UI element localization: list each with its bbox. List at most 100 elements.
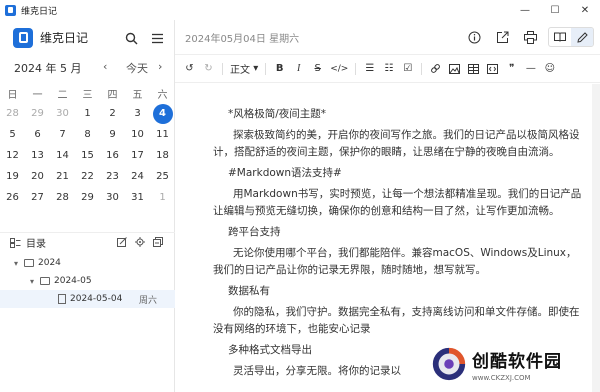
paragraph-style-label: 正文: [230, 65, 250, 76]
calendar-day[interactable]: 6: [25, 124, 50, 145]
italic-icon[interactable]: I: [290, 59, 307, 79]
calendar-days: 28 29 30 1 2 3 4 5 6 7 8 9 10 11 12 13 14 15 16 17 18 19 20 21 2…: [0, 103, 175, 208]
image-icon[interactable]: [446, 59, 463, 79]
tree-item-year[interactable]: ▾ 2024: [0, 254, 175, 272]
toolbar-divider: [265, 62, 267, 75]
calendar-day[interactable]: 17: [125, 145, 150, 166]
info-icon[interactable]: [464, 27, 484, 47]
toolbar-divider: [355, 62, 357, 75]
calendar-day[interactable]: 3: [125, 103, 150, 124]
content-heading: *风格极简/夜间主题*: [228, 108, 327, 120]
calendar-day[interactable]: 15: [75, 145, 100, 166]
calendar-weekday: 四: [107, 90, 118, 101]
calendar-weekday: 二: [57, 90, 68, 101]
calendar-day[interactable]: 31: [125, 187, 150, 208]
calendar-day[interactable]: 13: [25, 145, 50, 166]
chevron-down-icon: ▾: [30, 276, 35, 286]
minimize-button[interactable]: —: [510, 0, 540, 20]
calendar-day[interactable]: 12: [0, 145, 25, 166]
calendar-day[interactable]: 16: [100, 145, 125, 166]
paragraph-style-select[interactable]: 正文 ▾: [228, 59, 260, 79]
calendar-day[interactable]: 25: [150, 166, 175, 187]
print-icon[interactable]: [520, 27, 540, 47]
calendar-day[interactable]: 29: [25, 103, 50, 124]
calendar-day[interactable]: 23: [100, 166, 125, 187]
code-block-icon[interactable]: [484, 59, 501, 79]
code-icon[interactable]: </>: [328, 59, 350, 79]
calendar-day[interactable]: 24: [125, 166, 150, 187]
sidebar-header: 维克日记: [0, 20, 174, 55]
calendar-day[interactable]: 26: [0, 187, 25, 208]
calendar-weekday: 一: [32, 90, 43, 101]
edit-icon[interactable]: [117, 237, 127, 247]
horizontal-rule-icon[interactable]: —: [522, 59, 539, 79]
calendar-day[interactable]: 18: [150, 145, 175, 166]
search-icon[interactable]: [122, 29, 140, 47]
calendar-day[interactable]: 8: [75, 124, 100, 145]
calendar-day[interactable]: 30: [100, 187, 125, 208]
calendar-header: 2024 年 5 月 ‹ 今天 ›: [0, 56, 175, 80]
calendar-day-selected: 4: [152, 103, 173, 124]
emoji-icon[interactable]: ☺: [541, 59, 558, 79]
ordered-list-icon[interactable]: ☷: [380, 59, 397, 79]
read-mode-icon[interactable]: [549, 28, 571, 46]
tree-item-month[interactable]: ▾ 2024-05: [0, 272, 175, 290]
calendar-day[interactable]: 7: [50, 124, 75, 145]
main-header: 2024年05月04日 星期六: [175, 20, 600, 55]
tree-item-label: 2024: [38, 258, 61, 268]
collapse-all-icon[interactable]: [153, 237, 163, 247]
chevron-down-icon: ▾: [253, 63, 259, 74]
calendar-day[interactable]: 19: [0, 166, 25, 187]
bullet-list-icon[interactable]: ☰: [361, 59, 378, 79]
redo-icon[interactable]: ↻: [200, 59, 217, 79]
calendar-day[interactable]: 28: [50, 187, 75, 208]
quote-icon[interactable]: ❞: [503, 59, 520, 79]
calendar-day[interactable]: 22: [75, 166, 100, 187]
calendar-day[interactable]: 10: [125, 124, 150, 145]
close-button[interactable]: ✕: [570, 0, 600, 20]
calendar-day[interactable]: 29: [75, 187, 100, 208]
watermark-logo-icon: [432, 347, 466, 381]
content-paragraph: 探索极致简约的美，开启你的夜间写作之旅。我们的日记产品以极简风格设计，搭配舒适的…: [213, 129, 580, 158]
calendar-day[interactable]: 2: [100, 103, 125, 124]
file-icon: [58, 294, 66, 304]
editor-toolbar: ↺ ↻ 正文 ▾ B I S </> ☰ ☷ ☑ ❞ — ☺: [175, 55, 600, 83]
calendar-day[interactable]: 20: [25, 166, 50, 187]
calendar-day[interactable]: 30: [50, 103, 75, 124]
tree-item-label: 2024-05: [54, 276, 92, 286]
directory-icon: [10, 237, 21, 248]
calendar-day[interactable]: 9: [100, 124, 125, 145]
window-controls: — ☐ ✕: [510, 0, 600, 20]
calendar-day[interactable]: 5: [0, 124, 25, 145]
calendar-weekday: 日: [7, 90, 18, 101]
undo-icon[interactable]: ↺: [181, 59, 198, 79]
editor-scrollbar[interactable]: [592, 84, 600, 392]
calendar-day[interactable]: 1: [150, 187, 175, 208]
tree-item-weekday: 周六: [138, 295, 157, 306]
locate-icon[interactable]: [135, 237, 145, 247]
calendar-weekday: 三: [82, 90, 93, 101]
edit-mode-icon[interactable]: [571, 28, 593, 46]
main-panel: 2024年05月04日 星期六 ↺ ↻ 正文 ▾ B I S </> ☰ ☷ ☑…: [175, 20, 600, 392]
tree-item-day[interactable]: 2024-05-04 周六: [0, 290, 175, 308]
calendar-day[interactable]: 21: [50, 166, 75, 187]
calendar-day[interactable]: 1: [75, 103, 100, 124]
prev-month-button[interactable]: ‹: [103, 60, 107, 73]
bold-icon[interactable]: B: [271, 59, 288, 79]
export-icon[interactable]: [492, 27, 512, 47]
today-button[interactable]: 今天: [126, 60, 148, 76]
calendar-day[interactable]: 28: [0, 103, 25, 124]
link-icon[interactable]: [427, 59, 444, 79]
menu-icon[interactable]: [148, 29, 166, 47]
strikethrough-icon[interactable]: S: [309, 59, 326, 79]
calendar-day[interactable]: 27: [25, 187, 50, 208]
directory-tools: [117, 237, 163, 247]
calendar-day[interactable]: 14: [50, 145, 75, 166]
next-month-button[interactable]: ›: [158, 60, 162, 73]
content-paragraph: 你的隐私，我们守护。数据完全私有，支持离线访问和单文件存储。即使在没有网络的环境…: [213, 306, 580, 335]
table-icon[interactable]: [465, 59, 482, 79]
calendar-day[interactable]: 11: [150, 124, 175, 145]
maximize-button[interactable]: ☐: [540, 0, 570, 20]
calendar-day[interactable]: 4: [150, 103, 175, 124]
task-list-icon[interactable]: ☑: [399, 59, 416, 79]
